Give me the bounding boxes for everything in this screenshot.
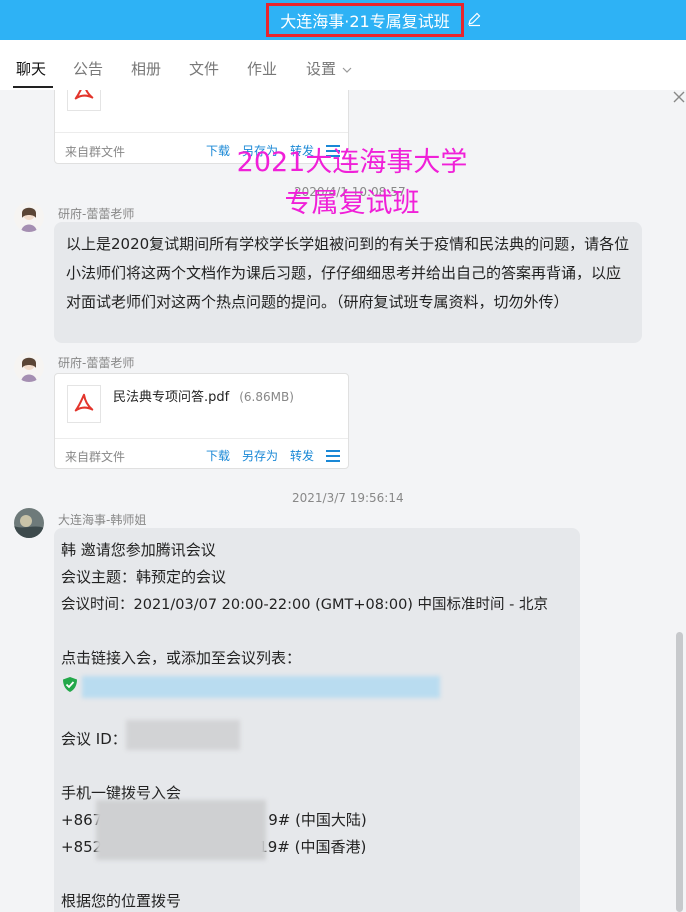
tab-announcement[interactable]: 公告: [73, 58, 103, 79]
sender-name: 研府-蕾蕾老师: [58, 356, 135, 370]
scrollbar-thumb[interactable]: [676, 632, 683, 912]
file-actions: 下载 另存为 转发: [206, 447, 340, 464]
join-instruction: 点击链接入会，或添加至会议列表：: [61, 649, 302, 667]
tab-bar: 聊天 公告 相册 文件 作业 设置: [0, 40, 686, 90]
active-tab-underline: [13, 86, 53, 88]
file-card[interactable]: 民法典专项问答.pdf (6.86MB) 来自群文件 下载 另存为 转发: [54, 373, 349, 469]
tab-settings-label: 设置: [306, 60, 337, 78]
download-button[interactable]: 下载: [206, 447, 230, 464]
watermark: 2021大连海事大学 专属复试班: [236, 147, 468, 219]
save-as-button[interactable]: 另存为: [242, 447, 278, 464]
chevron-down-icon: [342, 67, 352, 73]
tab-chat[interactable]: 聊天: [16, 58, 46, 79]
message-timestamp: 2021/3/7 19:56:14: [292, 491, 404, 505]
file-size: (6.86MB): [239, 390, 294, 404]
tab-album[interactable]: 相册: [131, 58, 161, 79]
download-button[interactable]: 下载: [206, 142, 230, 159]
group-title[interactable]: 大连海事·21专属复试班: [280, 8, 449, 32]
shield-check-icon: [63, 677, 77, 692]
title-bar: 大连海事·21专属复试班: [0, 0, 686, 40]
edit-pencil-icon[interactable]: [466, 11, 482, 27]
menu-icon[interactable]: [326, 449, 340, 462]
avatar[interactable]: [14, 202, 44, 232]
meeting-time: 会议时间：2021/03/07 20:00-22:00 (GMT+08:00) …: [61, 597, 549, 613]
invite-line: 韩 邀请您参加腾讯会议: [61, 541, 216, 559]
sender-name: 研府-蕾蕾老师: [58, 207, 135, 221]
meeting-link-redacted[interactable]: [82, 676, 440, 698]
message-bubble: 以上是2020复试期间所有学校学长学姐被问到的有关于疫情和民法典的问题，请各位小…: [54, 222, 642, 343]
pdf-file-icon: [67, 385, 101, 423]
file-name[interactable]: 民法典专项问答.pdf: [113, 390, 229, 405]
tab-files[interactable]: 文件: [189, 58, 219, 79]
phone-number-redacted: [96, 800, 266, 860]
sender-name: 大连海事-韩师姐: [58, 513, 147, 527]
tab-settings[interactable]: 设置: [306, 58, 352, 79]
pdf-file-icon: [67, 90, 101, 111]
tab-homework[interactable]: 作业: [247, 58, 277, 79]
close-icon[interactable]: [672, 90, 686, 104]
meeting-id-label: 会议 ID：: [61, 730, 127, 748]
avatar[interactable]: [14, 508, 44, 538]
message-text: 以上是2020复试期间所有学校学长学姐被问到的有关于疫情和民法典的问题，请各位小…: [66, 235, 630, 311]
file-source: 来自群文件: [65, 450, 126, 464]
forward-button[interactable]: 转发: [290, 447, 314, 464]
location-dial-label: 根据您的位置拨号: [61, 892, 182, 910]
chat-area[interactable]: 来自群文件 下载 另存为 转发 2020/4/1 10:08:57 研府-蕾蕾老…: [0, 90, 686, 912]
meeting-invite-bubble: 韩 邀请您参加腾讯会议 会议主题：韩预定的会议 会议时间：2021/03/07 …: [54, 528, 580, 912]
meeting-id-redacted: [126, 720, 240, 750]
meeting-topic: 会议主题：韩预定的会议: [61, 568, 227, 586]
group-title-highlight: 大连海事·21专属复试班: [266, 3, 464, 37]
avatar[interactable]: [14, 352, 44, 382]
file-source: 来自群文件: [65, 145, 126, 159]
